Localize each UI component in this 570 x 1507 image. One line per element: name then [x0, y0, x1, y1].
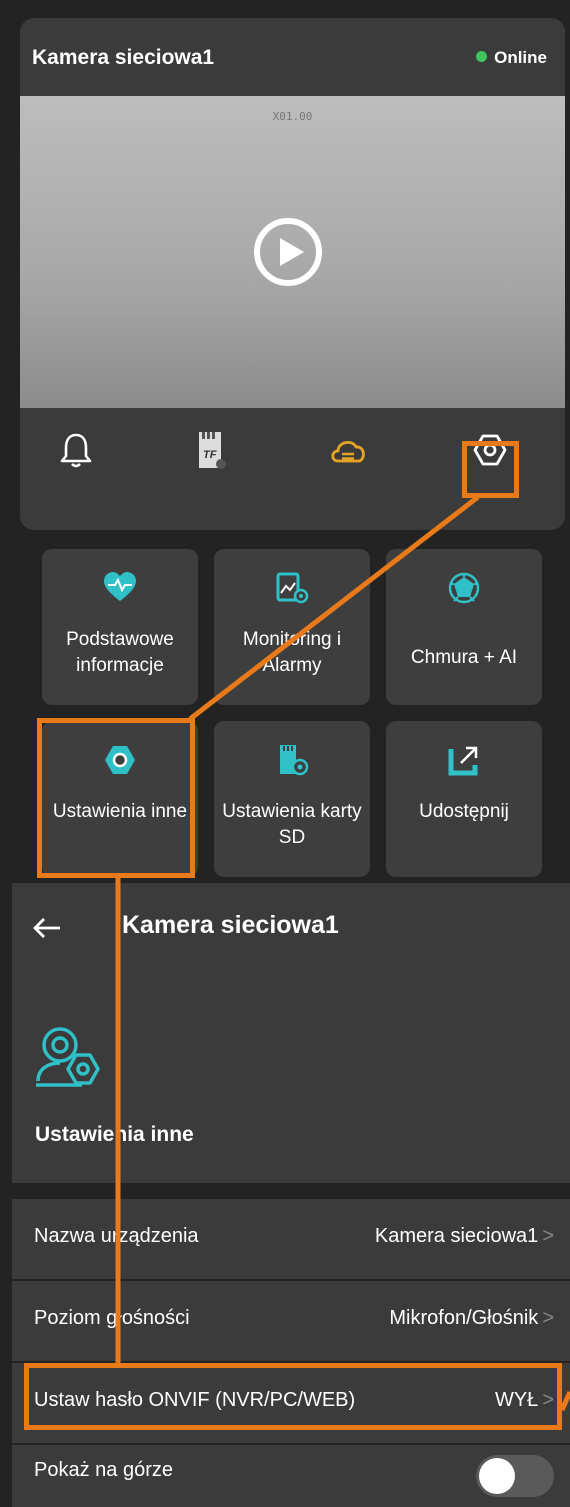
chevron-right-icon: >: [542, 1225, 554, 1247]
row-device-name[interactable]: Nazwa urządzenia Kamera sieciowa1 >: [12, 1199, 570, 1279]
heart-pulse-icon: [104, 572, 136, 601]
status-text: Online: [494, 48, 547, 67]
settings-camera-icon: [36, 1027, 100, 1087]
tile-monitoring-alarms[interactable]: Monitoring i Alarmy: [214, 549, 370, 705]
highlight-onvif-row: [24, 1363, 562, 1430]
tile-share[interactable]: Udostępnij: [386, 721, 542, 877]
page-title: Kamera sieciowa1: [122, 911, 339, 939]
show-on-top-toggle[interactable]: [476, 1455, 554, 1497]
tile-sd-settings[interactable]: Ustawienia karty SD: [214, 721, 370, 877]
tile-basic-info[interactable]: Podstawowe informacje: [42, 549, 198, 705]
row-value: Mikrofon/Głośnik >: [389, 1307, 554, 1330]
row-volume-level[interactable]: Poziom głośności Mikrofon/Głośnik >: [12, 1281, 570, 1361]
tile-cloud-ai[interactable]: Chmura + AI: [386, 549, 542, 705]
highlight-other-settings-tile: [37, 718, 195, 878]
toggle-knob: [479, 1458, 515, 1494]
back-arrow-icon[interactable]: [30, 914, 64, 942]
tile-label: Chmura + AI: [410, 647, 518, 668]
tile-label: Udostępnij: [419, 801, 509, 822]
monitoring-icon: [276, 572, 309, 604]
cloud-icon[interactable]: [326, 428, 370, 472]
row-value-text: Kamera sieciowa1: [374, 1225, 539, 1247]
row-value-text: Mikrofon/Głośnik: [389, 1307, 539, 1329]
tile-label: Ustawienia karty SD: [222, 801, 362, 848]
row-label: Nazwa urządzenia: [34, 1225, 199, 1247]
row-label: Poziom głośności: [34, 1307, 190, 1329]
share-icon: [448, 746, 478, 776]
bell-icon[interactable]: [54, 428, 98, 472]
status-badge: Online: [476, 48, 547, 68]
tile-label: Podstawowe informacje: [66, 629, 174, 676]
play-icon[interactable]: [252, 216, 324, 288]
highlight-settings-icon: [462, 441, 519, 498]
chevron-right-icon: >: [542, 1307, 554, 1329]
row-label: Pokaż na górze: [34, 1459, 173, 1481]
sd-settings-icon: [280, 745, 309, 776]
camera-title: Kamera sieciowa1: [32, 46, 215, 69]
row-show-on-top[interactable]: Pokaż na górze: [12, 1445, 570, 1507]
row-value: Kamera sieciowa1 >: [375, 1225, 554, 1248]
ai-sphere-icon: [448, 572, 480, 604]
section-title: Ustawienia inne: [35, 1123, 194, 1146]
video-timestamp: X01.00: [272, 110, 313, 123]
sd-card-icon[interactable]: TF: [188, 428, 232, 472]
online-dot: [476, 51, 488, 62]
tile-label: Monitoring i Alarmy: [242, 629, 342, 676]
svg-text:TF: TF: [203, 449, 217, 461]
video-preview[interactable]: X01.00: [20, 96, 565, 408]
